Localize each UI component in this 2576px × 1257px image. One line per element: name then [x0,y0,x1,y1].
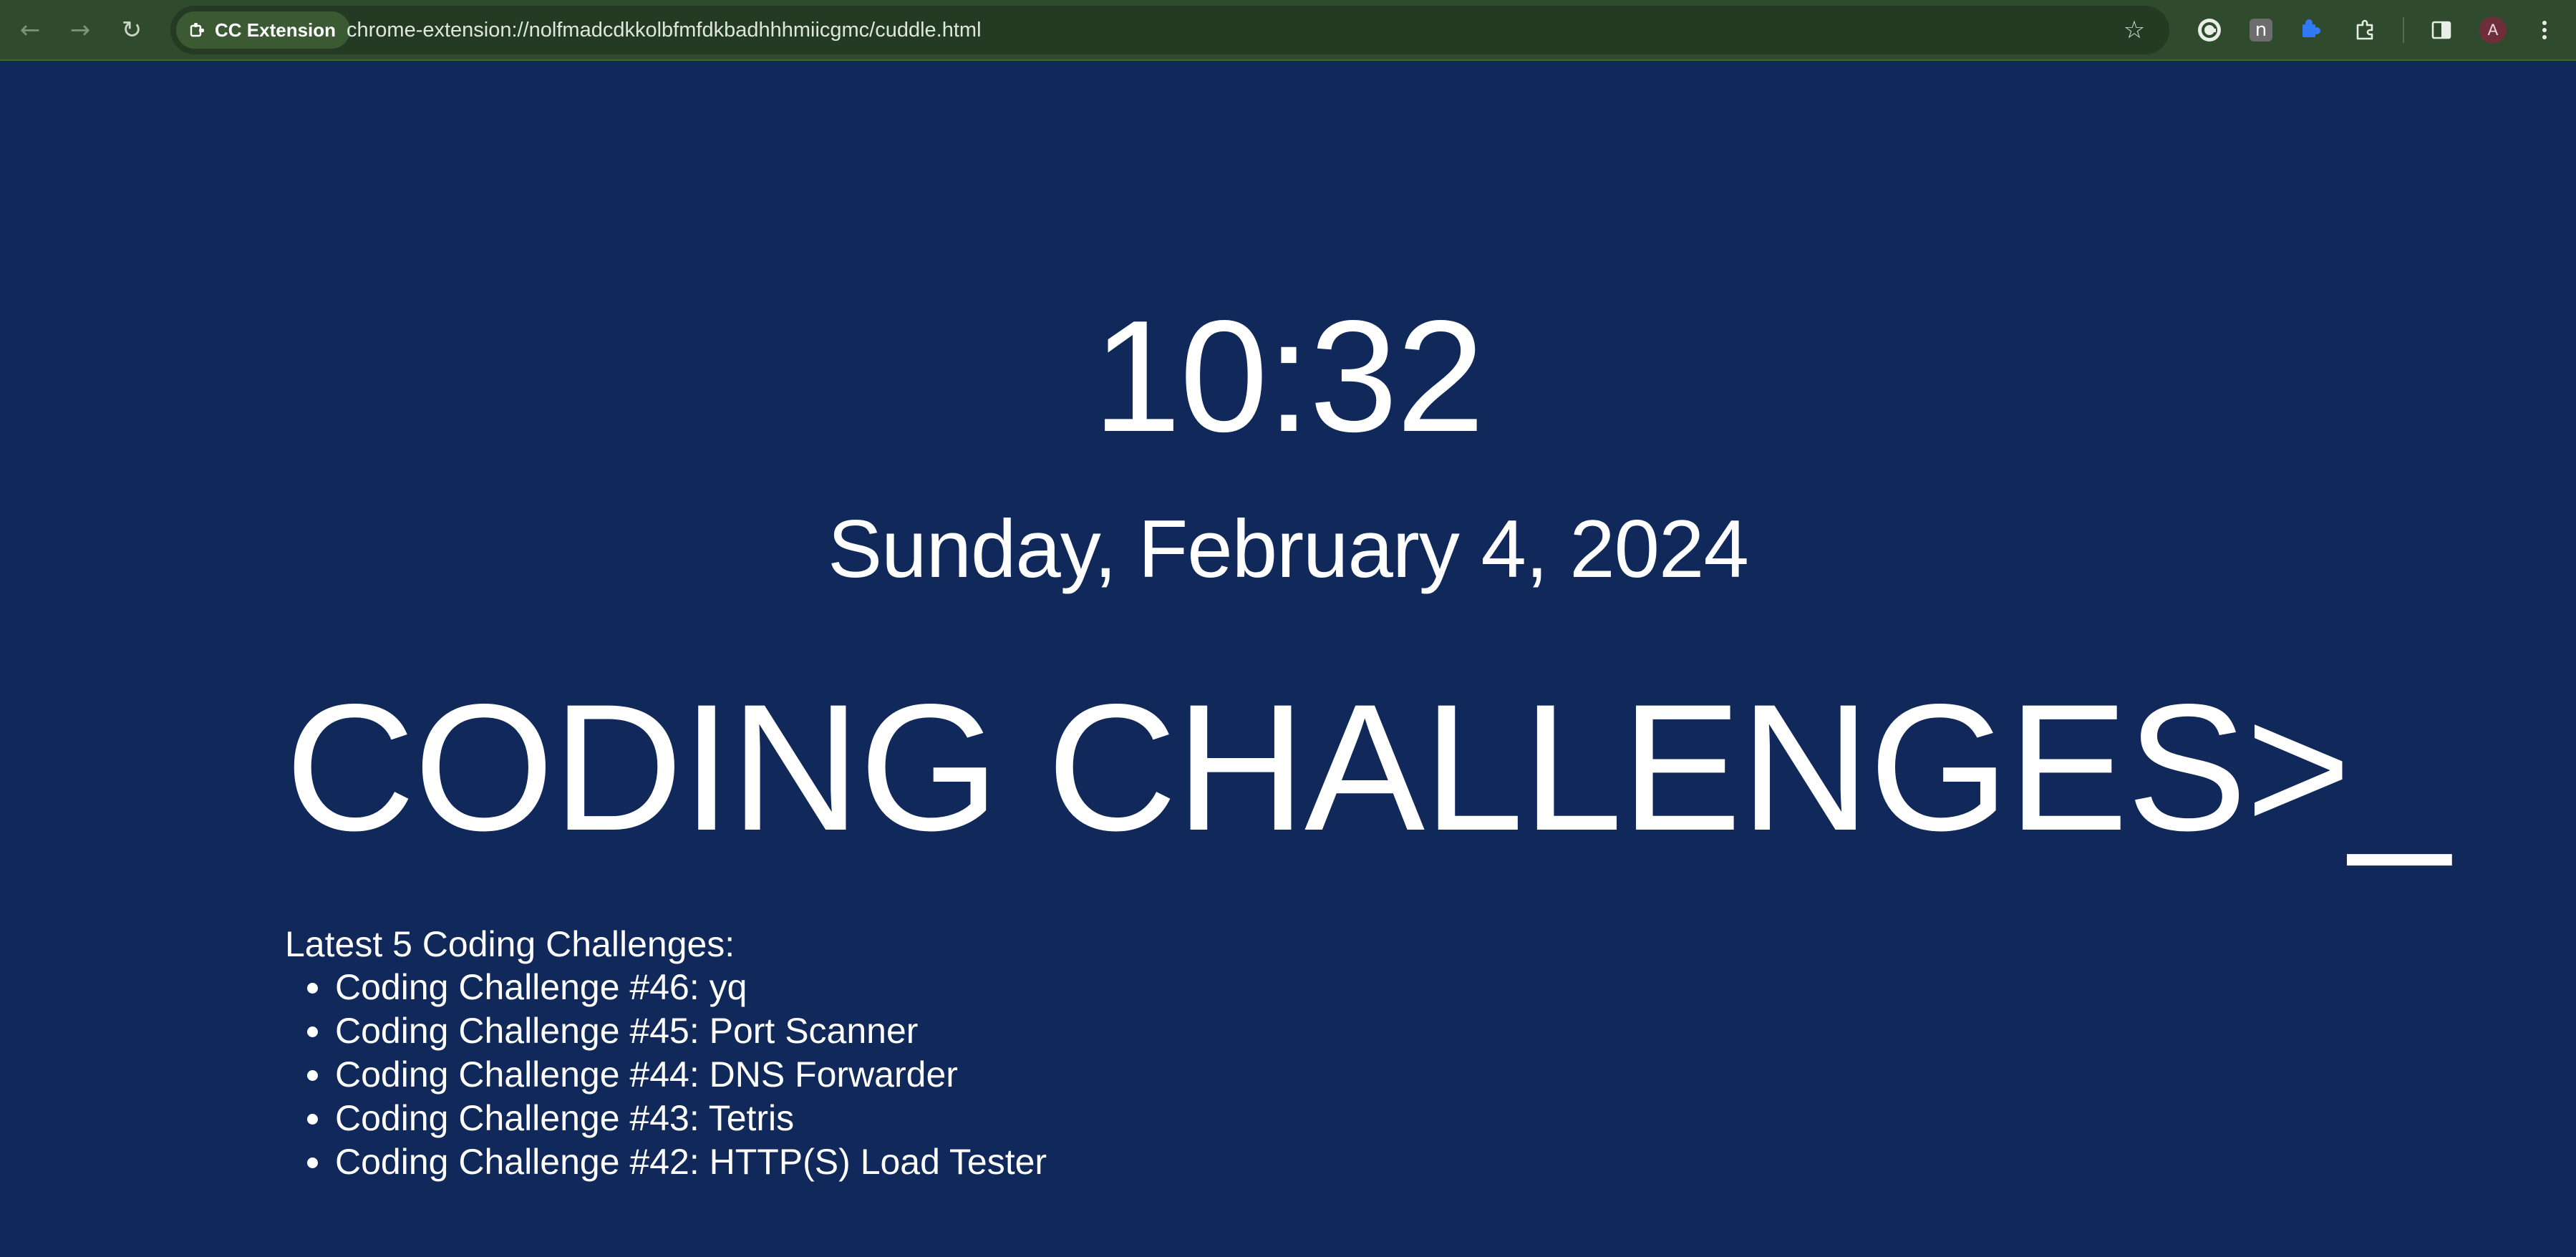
star-icon: ☆ [2123,16,2146,44]
extensions-puzzle-icon [2356,19,2373,40]
bookmark-button[interactable]: ☆ [2116,12,2152,48]
arrow-right-icon: → [69,16,91,44]
new-tab-page: 10:32 Sunday, February 4, 2024 CODING CH… [0,61,2576,1257]
arrow-left-icon: ← [19,16,41,44]
extension-chip-label: CC Extension [215,19,336,41]
browser-menu-button[interactable] [2526,11,2563,49]
puzzle-blue-icon [2303,19,2320,37]
reload-button[interactable]: ↻ [113,11,150,49]
grammarly-icon [2198,19,2221,42]
latest-challenges-heading: Latest 5 Coding Challenges: [285,924,735,964]
extension-n-button[interactable]: n [2242,11,2280,49]
side-panel-icon [2431,21,2451,39]
challenge-link-45[interactable]: Coding Challenge #45: Port Scanner [334,1009,1047,1053]
extension-n-icon: n [2250,19,2272,42]
challenge-link-43[interactable]: Coding Challenge #43: Tetris [334,1097,1047,1140]
challenge-link-42[interactable]: Coding Challenge #42: HTTP(S) Load Teste… [334,1140,1047,1184]
clock-time: 10:32 [1093,288,1485,465]
extensions-menu-button[interactable] [2347,11,2384,49]
kebab-menu-icon [2542,21,2547,39]
avatar: A [2479,16,2507,44]
browser-toolbar: ← → ↻ CC Extension chrome-extension://no… [0,0,2576,61]
extension-origin-chip[interactable]: CC Extension [176,11,351,49]
back-button[interactable]: ← [11,11,49,49]
address-bar[interactable]: CC Extension chrome-extension://nolfmadc… [170,6,2169,54]
puzzle-icon [190,23,204,37]
toolbar-divider [2403,17,2404,43]
challenge-list: Coding Challenge #46: yq Coding Challeng… [285,966,1047,1184]
url-text[interactable]: chrome-extension://nolfmadcdkkolbfmfdkba… [347,6,982,54]
grammarly-extension-button[interactable] [2191,11,2228,49]
current-date: Sunday, February 4, 2024 [828,504,1749,595]
challenge-link-44[interactable]: Coding Challenge #44: DNS Forwarder [334,1053,1047,1097]
reload-icon: ↻ [121,16,142,44]
cc-extension-button[interactable] [2292,11,2330,49]
forward-button[interactable]: → [62,11,99,49]
side-panel-button[interactable] [2423,11,2460,49]
profile-button[interactable]: A [2474,11,2512,49]
coding-challenges-title: CODING CHALLENGES>_ [285,667,2450,868]
challenge-link-46[interactable]: Coding Challenge #46: yq [334,966,1047,1009]
